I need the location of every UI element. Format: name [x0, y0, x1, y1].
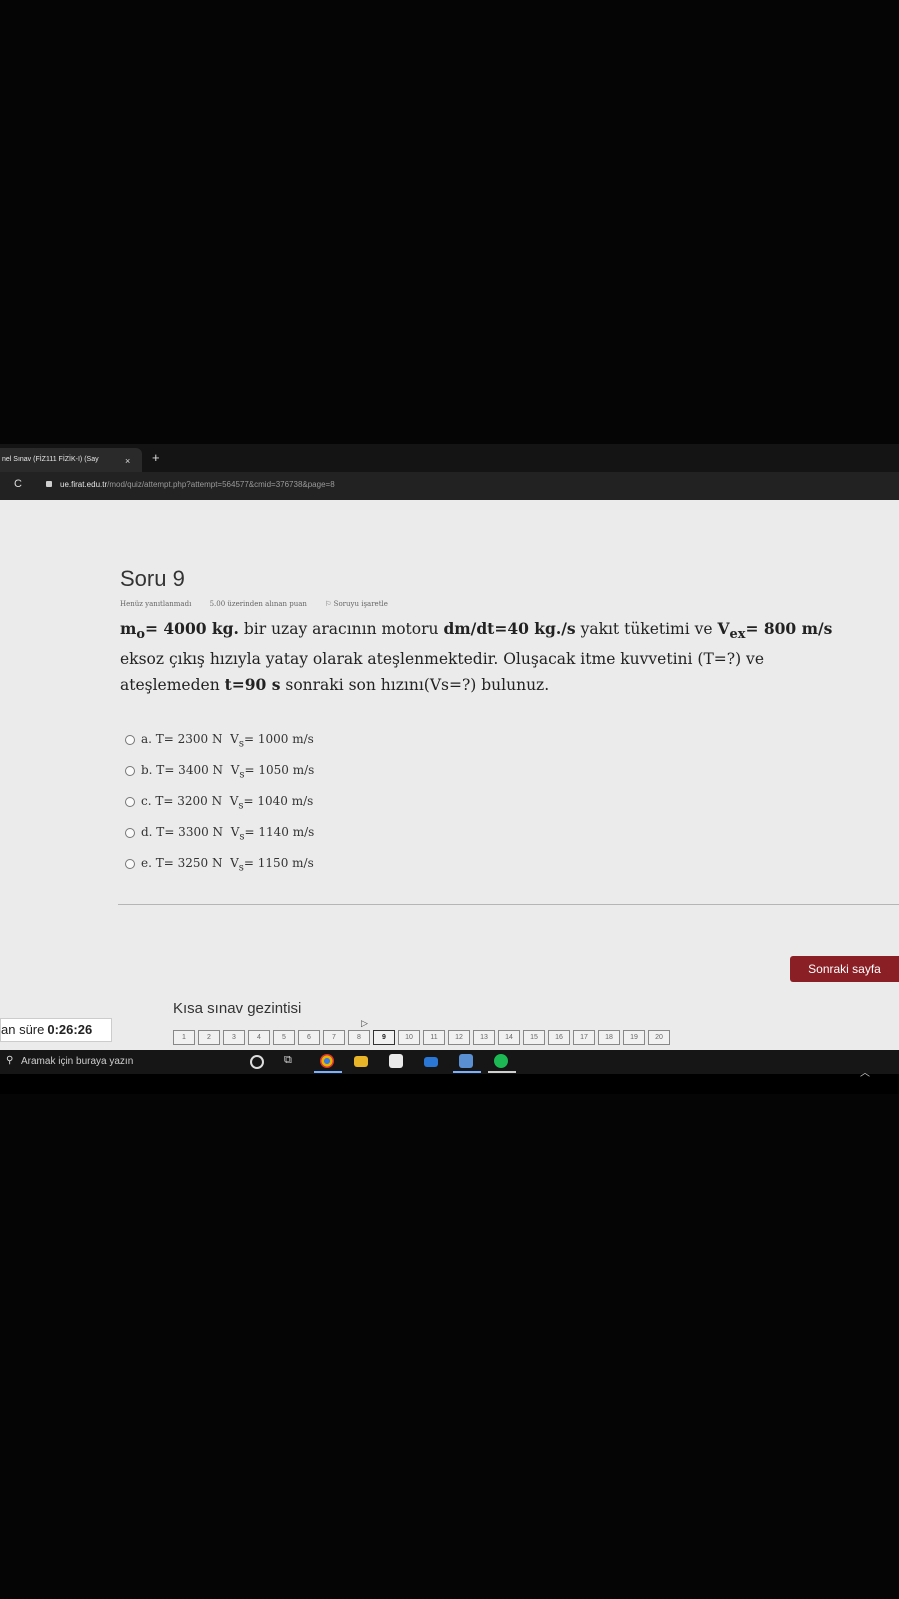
task-view-icon[interactable]: ⧉ [284, 1054, 292, 1067]
url-path: /mod/quiz/attempt.php?attempt=564577&cmi… [107, 480, 335, 489]
new-tab-icon[interactable]: + [152, 451, 160, 464]
flag-label: Soruyu işaretle [333, 600, 388, 608]
quiz-nav-page-button[interactable]: 13 [473, 1030, 495, 1045]
quiz-nav-page-button[interactable]: 7 [323, 1030, 345, 1045]
active-app-indicator [453, 1071, 481, 1073]
quiz-nav-page-button[interactable]: 17 [573, 1030, 595, 1045]
quiz-nav-page-button[interactable]: 5 [273, 1030, 295, 1045]
timer-label: an süre [1, 1022, 45, 1037]
answer-option-c[interactable]: c. T= 3200 N Vs= 1040 m/s [125, 794, 313, 811]
quiz-page: Soru 9 Henüz yanıtlanmadı 5.00 üzerinden… [0, 500, 899, 1050]
cortana-icon[interactable] [250, 1055, 264, 1069]
radio-button[interactable] [125, 796, 135, 807]
browser-tab[interactable]: nel Sınav (FİZ111 FİZİK-I) (Say × [0, 448, 142, 472]
app-icon[interactable] [459, 1054, 473, 1068]
tab-title: nel Sınav (FİZ111 FİZİK-I) (Say [2, 456, 99, 463]
close-icon[interactable]: × [125, 457, 130, 466]
time-remaining: an süre 0:26:26 [0, 1018, 112, 1042]
quiz-nav-page-button[interactable]: 18 [598, 1030, 620, 1045]
quiz-nav-page-button[interactable]: 9 [373, 1030, 395, 1045]
mail-icon[interactable] [424, 1057, 438, 1067]
quiz-nav-page-button[interactable]: 1 [173, 1030, 195, 1045]
address-bar: C ue.firat.edu.tr/mod/quiz/attempt.php?a… [0, 472, 899, 500]
taskbar-search-input[interactable]: Aramak için buraya yazın [21, 1056, 133, 1067]
spotify-icon[interactable] [494, 1054, 508, 1068]
chrome-icon[interactable] [320, 1054, 334, 1068]
browser-tab-bar: nel Sınav (FİZ111 FİZİK-I) (Say × + [0, 444, 899, 472]
laptop-screen: nel Sınav (FİZ111 FİZİK-I) (Say × + C ue… [0, 444, 899, 1094]
question-info: Henüz yanıtlanmadı 5.00 üzerinden alınan… [120, 600, 420, 608]
next-page-button[interactable]: Sonraki sayfa [790, 956, 899, 982]
quiz-nav-page-button[interactable]: 4 [248, 1030, 270, 1045]
quiz-navigation-title: Kısa sınav gezintisi [173, 1000, 302, 1017]
question-points: 5.00 üzerinden alınan puan [209, 600, 307, 608]
lock-icon [46, 481, 52, 487]
timer-value: 0:26:26 [47, 1022, 93, 1037]
file-explorer-icon[interactable] [354, 1056, 368, 1067]
url-host: ue.firat.edu.tr [60, 480, 108, 489]
question-status: Henüz yanıtlanmadı [120, 600, 192, 608]
answer-option-d[interactable]: d. T= 3300 N Vs= 1140 m/s [125, 825, 314, 842]
quiz-nav-page-button[interactable]: 2 [198, 1030, 220, 1045]
question-text: mo= 4000 kg. bir uzay aracının motoru dm… [120, 619, 833, 695]
active-app-indicator [488, 1071, 516, 1073]
answer-option-e[interactable]: e. T= 3250 N Vs= 1150 m/s [125, 856, 314, 873]
flag-question-link[interactable]: ⚐ Soruyu işaretle [325, 600, 404, 608]
quiz-nav-page-button[interactable]: 20 [648, 1030, 670, 1045]
quiz-navigation: 1 2 3 4 5 6 7 8 9 10 11 12 13 14 15 16 17 18 19 20 [173, 1030, 673, 1050]
radio-button[interactable] [125, 734, 135, 745]
search-icon[interactable]: ⚲ [6, 1055, 13, 1066]
quiz-nav-page-button[interactable]: 12 [448, 1030, 470, 1045]
divider [118, 904, 899, 905]
radio-button[interactable] [125, 765, 135, 776]
quiz-nav-page-button[interactable]: 8 [348, 1030, 370, 1045]
radio-button[interactable] [125, 858, 135, 869]
radio-button[interactable] [125, 827, 135, 838]
quiz-nav-page-button[interactable]: 11 [423, 1030, 445, 1045]
quiz-nav-page-button[interactable]: 14 [498, 1030, 520, 1045]
quiz-nav-page-button[interactable]: 15 [523, 1030, 545, 1045]
quiz-nav-page-button[interactable]: 6 [298, 1030, 320, 1045]
answer-option-b[interactable]: b. T= 3400 N Vs= 1050 m/s [125, 763, 314, 780]
windows-taskbar: ⚲ Aramak için buraya yazın ⧉ [0, 1050, 899, 1074]
answer-option-a[interactable]: a. T= 2300 N Vs= 1000 m/s [125, 732, 314, 749]
quiz-nav-page-button[interactable]: 19 [623, 1030, 645, 1045]
active-app-indicator [314, 1071, 342, 1073]
reload-icon[interactable]: C [14, 478, 22, 490]
store-icon[interactable] [389, 1054, 403, 1068]
quiz-nav-page-button[interactable]: 16 [548, 1030, 570, 1045]
question-title: Soru 9 [120, 566, 185, 591]
mouse-cursor-icon: ▷ [361, 1018, 368, 1028]
chevron-up-icon[interactable]: ︿ [860, 1064, 870, 1079]
url-field[interactable]: ue.firat.edu.tr/mod/quiz/attempt.php?att… [60, 480, 335, 489]
quiz-nav-page-button[interactable]: 10 [398, 1030, 420, 1045]
quiz-nav-page-button[interactable]: 3 [223, 1030, 245, 1045]
